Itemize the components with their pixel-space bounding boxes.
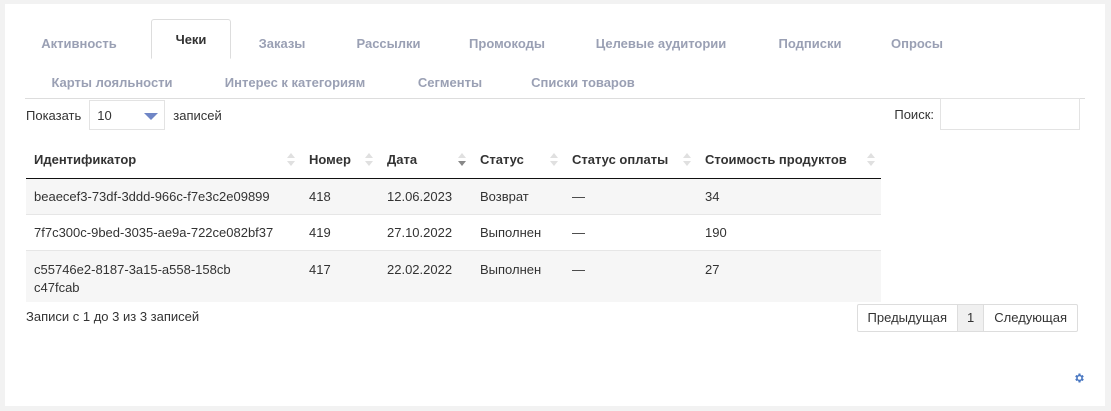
table-header-row: Идентификатор Номер Дата Статус Статус о… bbox=[26, 142, 881, 179]
tab-subscriptions[interactable]: Подписки bbox=[763, 24, 857, 64]
tab-bar: Активность Чеки Заказы Рассылки Промокод… bbox=[25, 19, 1085, 99]
cell-id: 7f7c300c-9bed-3035-ae9a-722ce082bf37 bbox=[26, 213, 301, 250]
search-input[interactable] bbox=[940, 98, 1080, 130]
sort-icon bbox=[683, 153, 691, 167]
receipts-table: Идентификатор Номер Дата Статус Статус о… bbox=[26, 142, 881, 302]
cell-payment-status: — bbox=[564, 178, 697, 214]
cell-number: 419 bbox=[301, 213, 379, 250]
search-label: Поиск: bbox=[894, 106, 934, 122]
cell-date: 27.10.2022 bbox=[379, 213, 472, 250]
cell-id: beaecef3-73df-3ddd-966c-f7e3c2e09899 bbox=[26, 178, 301, 214]
caret-down-icon bbox=[144, 113, 159, 120]
pagination: Предыдущая 1 Следующая bbox=[856, 304, 1078, 332]
gear-icon[interactable] bbox=[1073, 372, 1085, 384]
column-header-number[interactable]: Номер bbox=[301, 142, 379, 179]
sort-desc-icon bbox=[458, 153, 466, 167]
sort-icon bbox=[365, 153, 373, 167]
length-value: 10 bbox=[97, 108, 112, 123]
column-header-label: Идентификатор bbox=[34, 152, 137, 168]
tab-orders[interactable]: Заказы bbox=[247, 24, 317, 64]
tab-promocodes[interactable]: Промокоды bbox=[455, 24, 559, 64]
column-header-id[interactable]: Идентификатор bbox=[26, 142, 301, 179]
sort-icon bbox=[867, 153, 875, 167]
column-header-products-cost[interactable]: Стоимость продуктов bbox=[697, 142, 881, 179]
prev-page-button[interactable]: Предыдущая bbox=[858, 305, 958, 331]
sort-icon bbox=[550, 153, 558, 167]
cell-status: Выполнен bbox=[472, 213, 564, 250]
column-header-label: Номер bbox=[309, 152, 351, 168]
tab-segments[interactable]: Сегменты bbox=[399, 63, 501, 103]
tab-mailings[interactable]: Рассылки bbox=[341, 24, 436, 64]
length-prefix: Показать bbox=[26, 107, 82, 123]
cell-products-cost: 34 bbox=[697, 178, 881, 214]
cell-date: 12.06.2023 bbox=[379, 178, 472, 214]
table-info: Записи с 1 до 3 из 3 записей bbox=[26, 309, 200, 324]
cell-id: c55746e2-8187-3a15-a558-158cbc47fcab bbox=[26, 249, 301, 302]
column-header-label: Статус bbox=[480, 152, 524, 168]
tab-activity[interactable]: Активность bbox=[35, 24, 123, 64]
column-header-status[interactable]: Статус bbox=[472, 142, 564, 179]
tab-surveys[interactable]: Опросы bbox=[877, 24, 957, 64]
cell-status: Выполнен bbox=[472, 249, 564, 302]
cell-number: 418 bbox=[301, 178, 379, 214]
column-header-label: Стоимость продуктов bbox=[705, 152, 847, 168]
column-header-payment-status[interactable]: Статус оплаты bbox=[564, 142, 697, 179]
column-header-date[interactable]: Дата bbox=[379, 142, 472, 179]
search-control: Поиск: bbox=[894, 98, 1080, 130]
length-select[interactable]: 10 bbox=[89, 100, 166, 130]
tab-product-lists[interactable]: Списки товаров bbox=[521, 63, 645, 103]
cell-payment-status: — bbox=[564, 213, 697, 250]
length-control: Показать 10 записей bbox=[26, 100, 222, 130]
cell-products-cost: 27 bbox=[697, 249, 881, 302]
cell-payment-status: — bbox=[564, 249, 697, 302]
tab-loyalty-cards[interactable]: Карты лояльности bbox=[37, 63, 187, 103]
cell-id-text: c55746e2-8187-3a15-a558-158cbc47fcab bbox=[34, 261, 231, 295]
cell-products-cost: 190 bbox=[697, 213, 881, 250]
page-1-button[interactable]: 1 bbox=[957, 305, 984, 331]
cell-date: 22.02.2022 bbox=[379, 249, 472, 302]
cell-status: Возврат bbox=[472, 178, 564, 214]
table-row[interactable]: beaecef3-73df-3ddd-966c-f7e3c2e09899 418… bbox=[26, 178, 881, 214]
main-panel: Активность Чеки Заказы Рассылки Промокод… bbox=[5, 4, 1105, 406]
table-row[interactable]: c55746e2-8187-3a15-a558-158cbc47fcab 417… bbox=[26, 249, 881, 302]
sort-icon bbox=[287, 153, 295, 167]
column-header-label: Статус оплаты bbox=[572, 152, 669, 168]
next-page-button[interactable]: Следующая bbox=[983, 305, 1077, 331]
table-row[interactable]: 7f7c300c-9bed-3035-ae9a-722ce082bf37 419… bbox=[26, 213, 881, 250]
column-header-label: Дата bbox=[387, 152, 418, 168]
cell-number: 417 bbox=[301, 249, 379, 302]
tab-target-audiences[interactable]: Целевые аудитории bbox=[585, 24, 737, 64]
tab-category-interest[interactable]: Интерес к категориям bbox=[209, 63, 381, 103]
tab-receipts[interactable]: Чеки bbox=[151, 19, 231, 59]
length-suffix: записей bbox=[173, 107, 222, 123]
